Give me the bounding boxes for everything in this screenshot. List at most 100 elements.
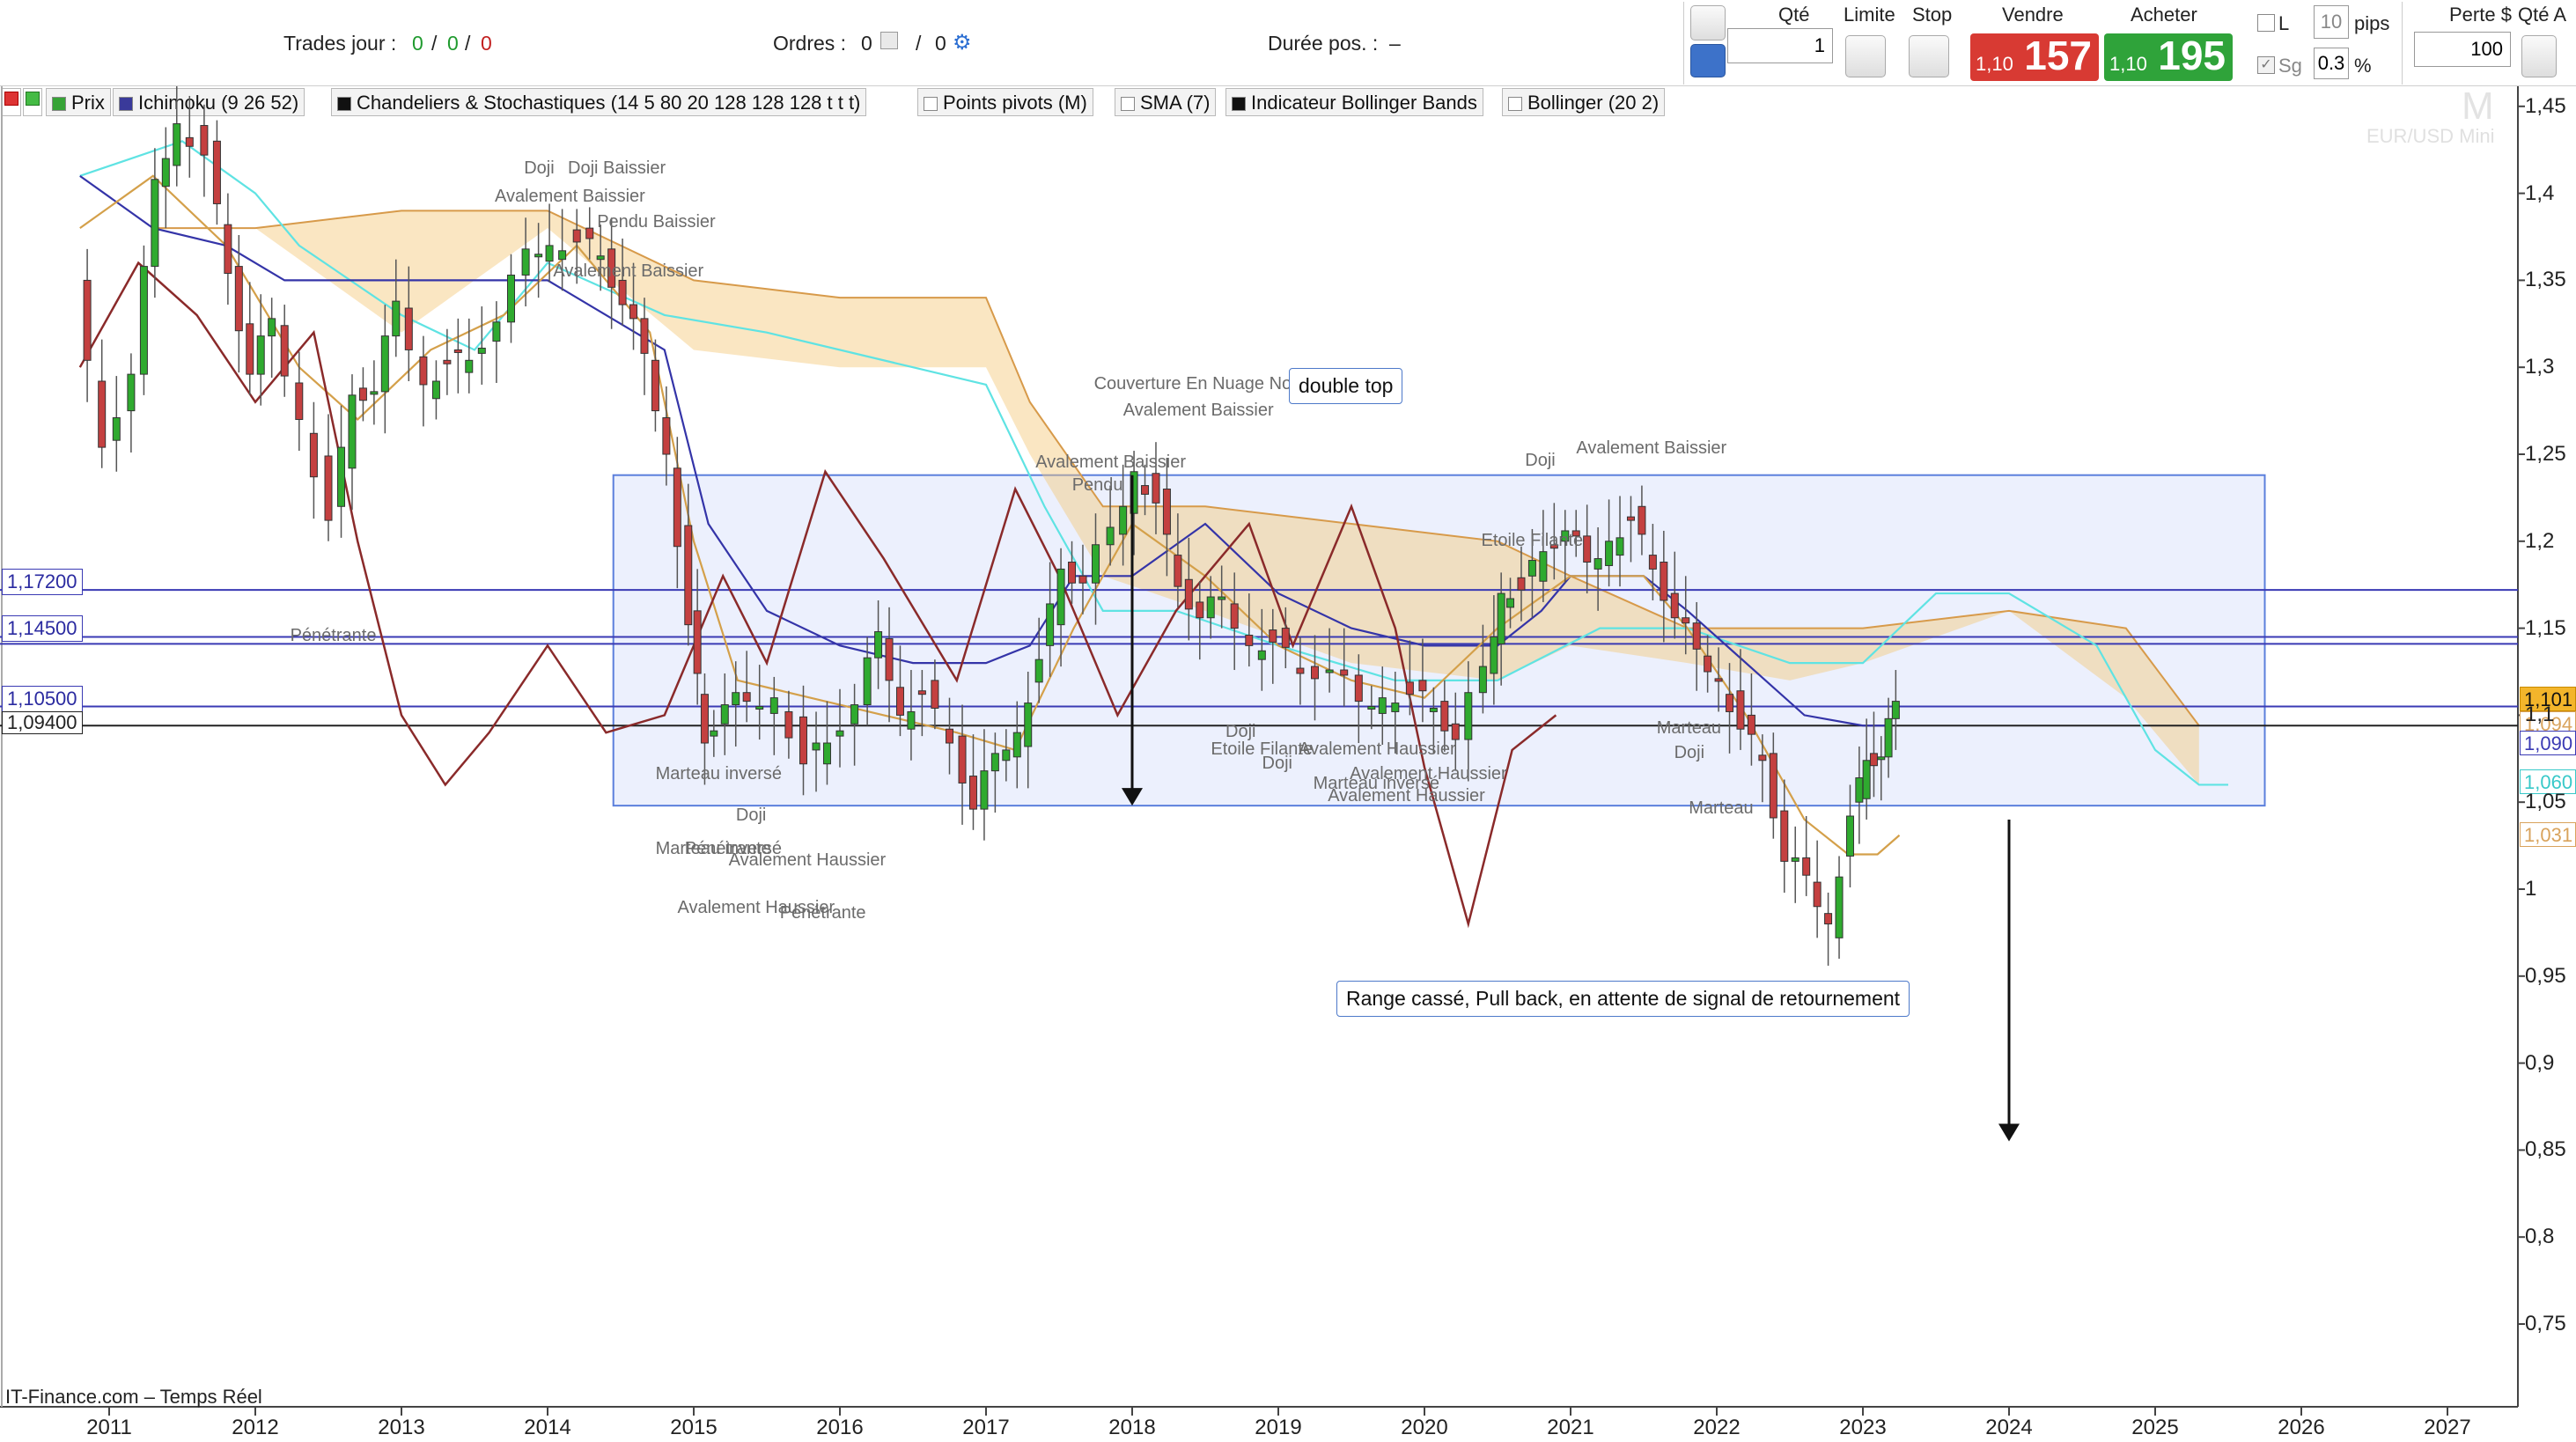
y-tick-label: 1,1	[2525, 703, 2555, 727]
sell-button[interactable]: 1,10 157	[1970, 33, 2099, 81]
candle-body	[431, 380, 440, 400]
candle-body	[1354, 674, 1363, 703]
candle-body	[1791, 857, 1800, 862]
candle-body	[127, 373, 136, 412]
candle-body	[234, 266, 243, 332]
y-tick-label: 1,4	[2525, 180, 2555, 205]
candle-body	[1704, 655, 1712, 673]
candle-body	[572, 229, 581, 243]
pattern-label: Marteau inversé	[655, 763, 782, 784]
candle-body	[1106, 526, 1115, 546]
pattern-label: Doji	[1525, 450, 1556, 470]
candle-body	[917, 690, 926, 695]
candle-body	[1440, 701, 1449, 732]
trades-count-b: 0	[447, 32, 459, 55]
candle-body	[83, 279, 92, 361]
annotation-double-top[interactable]: double top	[1289, 368, 1403, 404]
buy-button[interactable]: 1,10 195	[2104, 33, 2233, 81]
stop-order-icon[interactable]	[1909, 35, 1949, 77]
candle-body	[1152, 473, 1160, 504]
keypad-icon[interactable]	[1690, 44, 1726, 77]
candle-body	[380, 335, 389, 393]
candle-body	[1281, 628, 1290, 648]
candle-body	[874, 631, 883, 658]
trades-separator: /	[431, 32, 438, 55]
candle-body	[684, 525, 693, 626]
candle-body	[507, 274, 515, 323]
candle-body	[1824, 913, 1833, 925]
candle-body	[453, 349, 462, 353]
candle-body	[1206, 596, 1215, 619]
pattern-label: Doji	[524, 158, 555, 178]
pattern-label: Pénétrante	[779, 902, 866, 923]
sg-checkbox[interactable]: ✓	[2257, 56, 2275, 74]
candle-body	[1862, 760, 1871, 799]
candle-body	[931, 680, 939, 709]
candle-body	[212, 140, 221, 204]
trades-count-c: 0	[481, 32, 492, 55]
sell-prefix: 1,10	[1976, 53, 2013, 75]
y-tick-label: 1,25	[2525, 442, 2566, 466]
candle-body	[799, 716, 807, 765]
candle-body	[863, 657, 872, 706]
annotation-range[interactable]: Range cassé, Pull back, en attente de si…	[1336, 981, 1910, 1017]
l-checkbox[interactable]	[2257, 14, 2275, 32]
pattern-label: Couverture En Nuage Noir	[1093, 373, 1302, 394]
candle-body	[1517, 577, 1526, 591]
watermark-letter: M	[2462, 85, 2494, 128]
candle-body	[1736, 690, 1745, 730]
candle-body	[1769, 753, 1777, 819]
candle-body	[720, 704, 729, 725]
pattern-label: Marteau	[1689, 798, 1754, 819]
candle-body	[1605, 541, 1614, 566]
y-tick-label: 1,2	[2525, 528, 2555, 553]
x-tick-label: 2014	[524, 1416, 571, 1439]
candle-body	[419, 356, 428, 386]
candle-body	[1367, 706, 1376, 710]
pattern-label: Avalement Baissier	[1122, 400, 1274, 420]
x-tick-label: 2017	[962, 1416, 1010, 1439]
pips-label: pips	[2354, 12, 2390, 34]
candle-body	[1813, 881, 1822, 908]
candle-body	[404, 307, 413, 350]
pips-input[interactable]	[2314, 5, 2349, 39]
level-label[interactable]: 1,14500	[2, 615, 83, 643]
candle-body	[200, 125, 209, 156]
duration-value: –	[1389, 32, 1401, 55]
candle-body	[1660, 562, 1668, 601]
level-label[interactable]: 1,10500	[2, 685, 83, 712]
pattern-label: Marteau	[1656, 718, 1722, 739]
loss-input[interactable]	[2414, 32, 2511, 67]
pct-label: %	[2354, 55, 2372, 77]
qty-auto-icon[interactable]	[2521, 35, 2557, 77]
gear-icon[interactable]: ⚙	[953, 30, 972, 55]
watermark-name: EUR/USD Mini	[2366, 125, 2495, 147]
candle-body	[1877, 756, 1886, 761]
candle-body	[700, 694, 709, 744]
qty-input[interactable]	[1727, 28, 1833, 63]
candle-body	[662, 417, 671, 455]
price-tag: 1,090	[2520, 731, 2576, 755]
pct-input[interactable]	[2314, 48, 2349, 79]
candle-body	[835, 730, 844, 737]
candle-body	[1184, 578, 1193, 610]
orders-cancel-icon[interactable]	[880, 32, 898, 49]
level-label[interactable]: 1,09400	[2, 711, 83, 735]
candle-body	[958, 735, 967, 784]
candle-body	[1429, 707, 1438, 712]
candle-body	[1714, 678, 1723, 682]
candle-body	[443, 359, 452, 364]
limit-order-icon[interactable]	[1845, 35, 1886, 77]
candle-body	[1670, 592, 1679, 619]
pattern-label: Avalement Baissier	[553, 261, 704, 281]
pattern-label: Pendu	[1071, 475, 1123, 495]
candle-body	[558, 250, 567, 261]
candle-body	[755, 706, 764, 710]
level-label[interactable]: 1,17200	[2, 569, 83, 596]
candle-body	[968, 776, 977, 810]
candle-body	[907, 710, 916, 730]
wrench-icon[interactable]	[1690, 5, 1726, 40]
candle-body	[370, 391, 379, 395]
candle-body	[1583, 535, 1592, 563]
candle-body	[1418, 680, 1427, 692]
